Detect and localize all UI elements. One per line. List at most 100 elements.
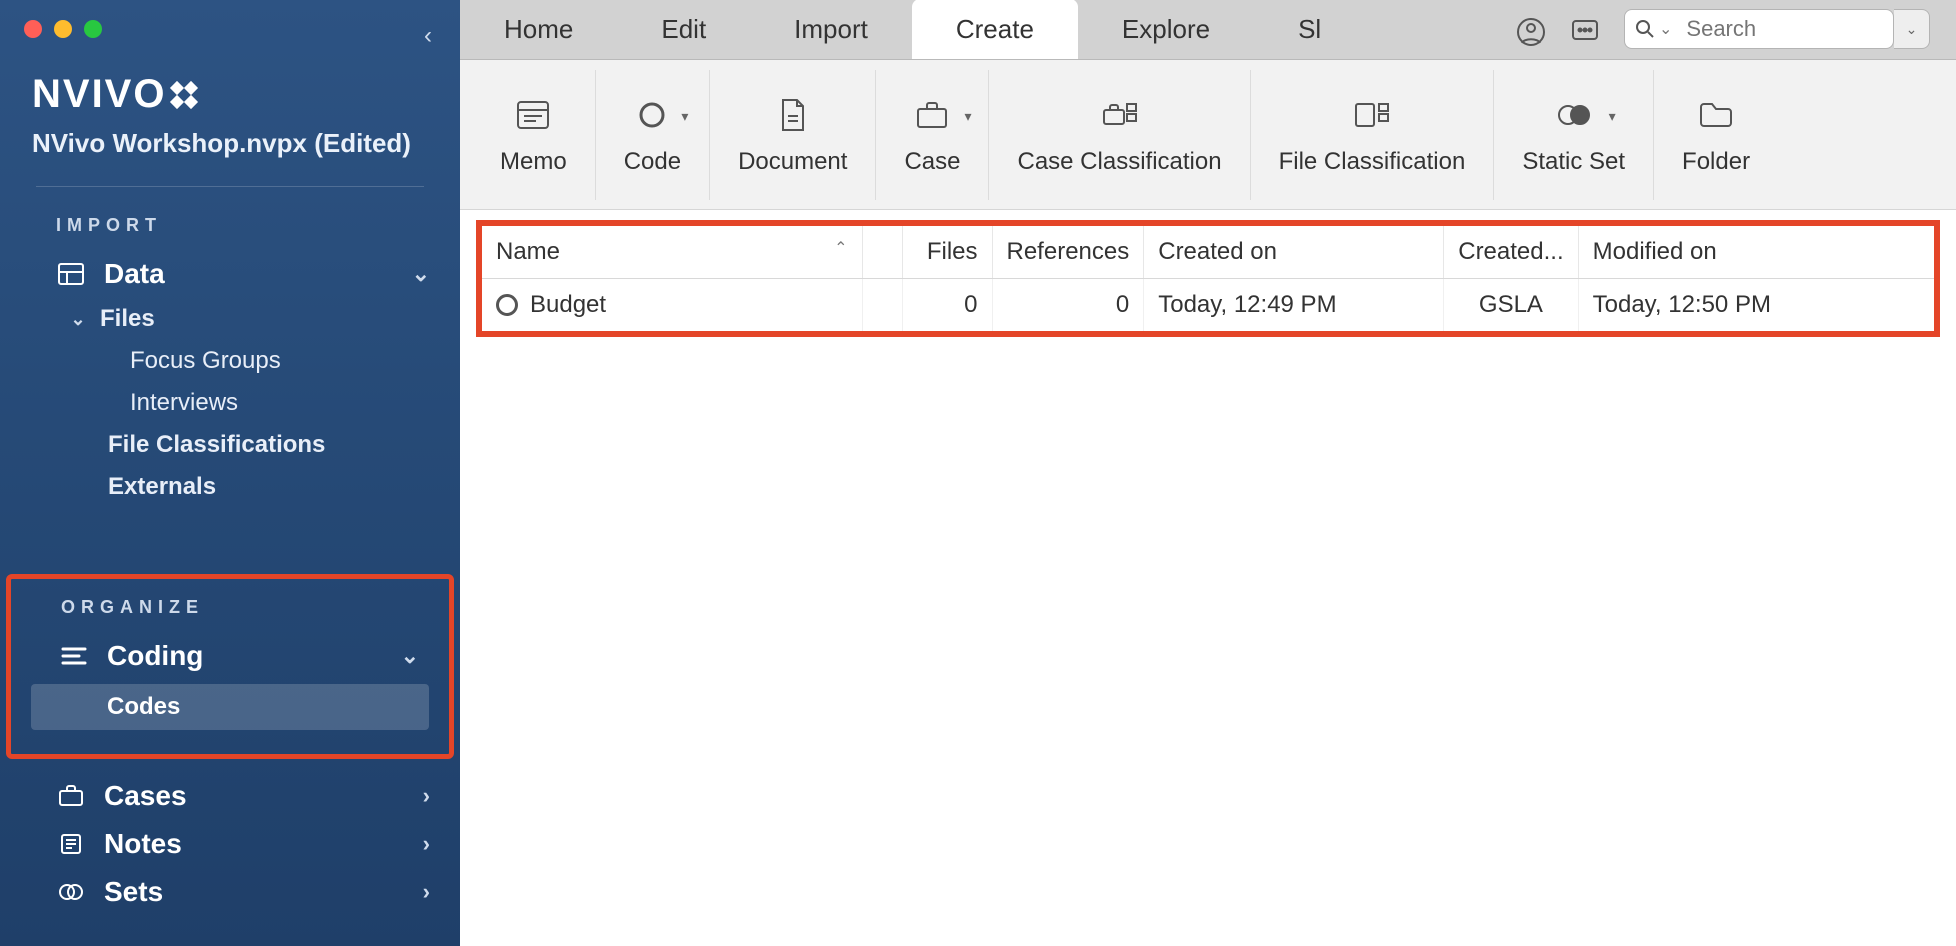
column-header-modified-on[interactable]: Modified on <box>1578 226 1934 279</box>
chat-icon[interactable] <box>1558 5 1612 59</box>
cell-value: Today, 12:49 PM <box>1158 291 1336 318</box>
sidebar-item-file-classifications[interactable]: File Classifications <box>0 424 460 466</box>
sidebar-item-coding[interactable]: Coding ⌄ <box>11 632 449 680</box>
sidebar-item-label: Codes <box>107 693 180 721</box>
cell-value: 0 <box>1116 291 1129 318</box>
tab-create[interactable]: Create <box>912 0 1078 59</box>
sidebar-item-label: Focus Groups <box>130 347 281 375</box>
ribbon-btn-static-set[interactable]: ▾ Static Set <box>1494 70 1654 200</box>
sets-icon <box>56 883 86 901</box>
ribbon-btn-file-classification[interactable]: File Classification <box>1251 70 1495 200</box>
column-header-files[interactable]: Files <box>902 226 992 279</box>
sidebar-item-externals[interactable]: Externals <box>0 466 460 508</box>
column-header-created-by[interactable]: Created... <box>1444 226 1578 279</box>
folder-icon <box>1698 92 1734 138</box>
code-node-icon <box>496 294 518 316</box>
ribbon-btn-label: Folder <box>1682 148 1750 177</box>
column-header-label: Created on <box>1158 238 1277 265</box>
column-header-created-on[interactable]: Created on <box>1144 226 1444 279</box>
ribbon-btn-label: Case <box>904 148 960 177</box>
sidebar: ‹ NVIVO NVivo Workshop.nvpx (Edited) IMP… <box>0 0 460 946</box>
chevron-down-icon: ▾ <box>964 108 971 125</box>
ribbon-btn-label: File Classification <box>1279 148 1466 177</box>
cell-value: Today, 12:50 PM <box>1593 291 1771 318</box>
column-header-spacer <box>862 226 902 279</box>
column-header-label: Name <box>496 238 560 265</box>
sidebar-item-data[interactable]: Data ⌄ <box>0 250 460 298</box>
document-icon <box>779 92 807 138</box>
briefcase-icon <box>56 785 86 807</box>
cell-spacer <box>862 279 902 332</box>
column-header-references[interactable]: References <box>992 226 1144 279</box>
tab-edit[interactable]: Edit <box>617 0 750 59</box>
sidebar-item-focus-groups[interactable]: Focus Groups <box>0 340 460 382</box>
chevron-down-icon: ⌄ <box>64 309 92 330</box>
tab-import[interactable]: Import <box>750 0 912 59</box>
sidebar-collapse-button[interactable]: ‹ <box>424 22 432 50</box>
tab-explore[interactable]: Explore <box>1078 0 1254 59</box>
memo-icon <box>516 92 550 138</box>
codes-table: Name ⌃ Files References Created on Creat… <box>482 226 1934 331</box>
tab-label: Create <box>956 14 1034 45</box>
sidebar-item-interviews[interactable]: Interviews <box>0 382 460 424</box>
sidebar-item-label: Externals <box>108 473 216 501</box>
data-icon <box>56 263 86 285</box>
search-input[interactable]: ⌄ <box>1624 9 1894 49</box>
sidebar-item-notes[interactable]: Notes › <box>0 820 460 868</box>
tab-label: Sl <box>1298 14 1321 45</box>
window-minimize-button[interactable] <box>54 20 72 38</box>
search-field[interactable] <box>1686 16 1883 42</box>
ribbon-btn-memo[interactable]: Memo <box>472 70 596 200</box>
tab-label: Import <box>794 14 868 45</box>
app-logo-text: NVIVO <box>32 72 166 117</box>
ribbon-btn-label: Code <box>624 148 681 177</box>
case-classification-icon <box>1101 92 1139 138</box>
column-header-name[interactable]: Name ⌃ <box>482 226 862 279</box>
account-icon[interactable] <box>1504 5 1558 59</box>
window-controls <box>24 20 102 38</box>
section-label-organize: ORGANIZE <box>11 597 449 618</box>
table-row[interactable]: Budget 0 0 Today, 12:49 PM GSLA Today, 1… <box>482 279 1934 332</box>
column-header-label: References <box>1007 238 1130 265</box>
ribbon-btn-label: Static Set <box>1522 148 1625 177</box>
sidebar-item-label: Sets <box>104 876 163 908</box>
cell-modified-on: Today, 12:50 PM <box>1578 279 1934 332</box>
ribbon-btn-case-classification[interactable]: Case Classification <box>989 70 1250 200</box>
chevron-right-icon: › <box>423 783 430 809</box>
ribbon-btn-code[interactable]: ▾ Code <box>596 70 710 200</box>
sidebar-item-codes[interactable]: Codes <box>31 684 429 730</box>
tab-label: Explore <box>1122 14 1210 45</box>
tab-home[interactable]: Home <box>460 0 617 59</box>
app-logo-icon <box>172 83 196 107</box>
sidebar-item-sets[interactable]: Sets › <box>0 868 460 916</box>
notes-icon <box>56 832 86 856</box>
main-panel: Home Edit Import Create Explore Sl ⌄ ⌄ M… <box>460 0 1956 946</box>
search-dropdown-button[interactable]: ⌄ <box>1894 9 1930 49</box>
ribbon-btn-document[interactable]: Document <box>710 70 876 200</box>
sort-ascending-icon: ⌃ <box>834 238 847 258</box>
chevron-down-icon: ▾ <box>1609 108 1616 125</box>
sidebar-item-cases[interactable]: Cases › <box>0 772 460 820</box>
tab-sl[interactable]: Sl <box>1254 0 1365 59</box>
ribbon-btn-label: Case Classification <box>1017 148 1221 177</box>
sidebar-item-label: Interviews <box>130 389 238 417</box>
ribbon-btn-case[interactable]: ▾ Case <box>876 70 989 200</box>
ribbon: Memo ▾ Code Document ▾ Case <box>460 60 1956 210</box>
ribbon-btn-folder[interactable]: Folder <box>1654 70 1778 200</box>
sidebar-item-files[interactable]: ⌄ Files <box>0 298 460 340</box>
section-label-import: IMPORT <box>0 215 460 236</box>
window-zoom-button[interactable] <box>84 20 102 38</box>
search-icon <box>1635 19 1655 39</box>
case-icon: ▾ <box>915 92 949 138</box>
organize-section-highlight: ORGANIZE Coding ⌄ Codes <box>6 574 454 759</box>
cell-created-on: Today, 12:49 PM <box>1144 279 1444 332</box>
cell-files: 0 <box>902 279 992 332</box>
coding-icon <box>59 646 89 666</box>
window-close-button[interactable] <box>24 20 42 38</box>
chevron-right-icon: › <box>423 879 430 905</box>
cell-references: 0 <box>992 279 1144 332</box>
sidebar-item-label: Notes <box>104 828 182 860</box>
chevron-down-icon: ⌄ <box>401 643 419 669</box>
ribbon-btn-label: Memo <box>500 148 567 177</box>
column-header-label: Files <box>927 238 978 265</box>
